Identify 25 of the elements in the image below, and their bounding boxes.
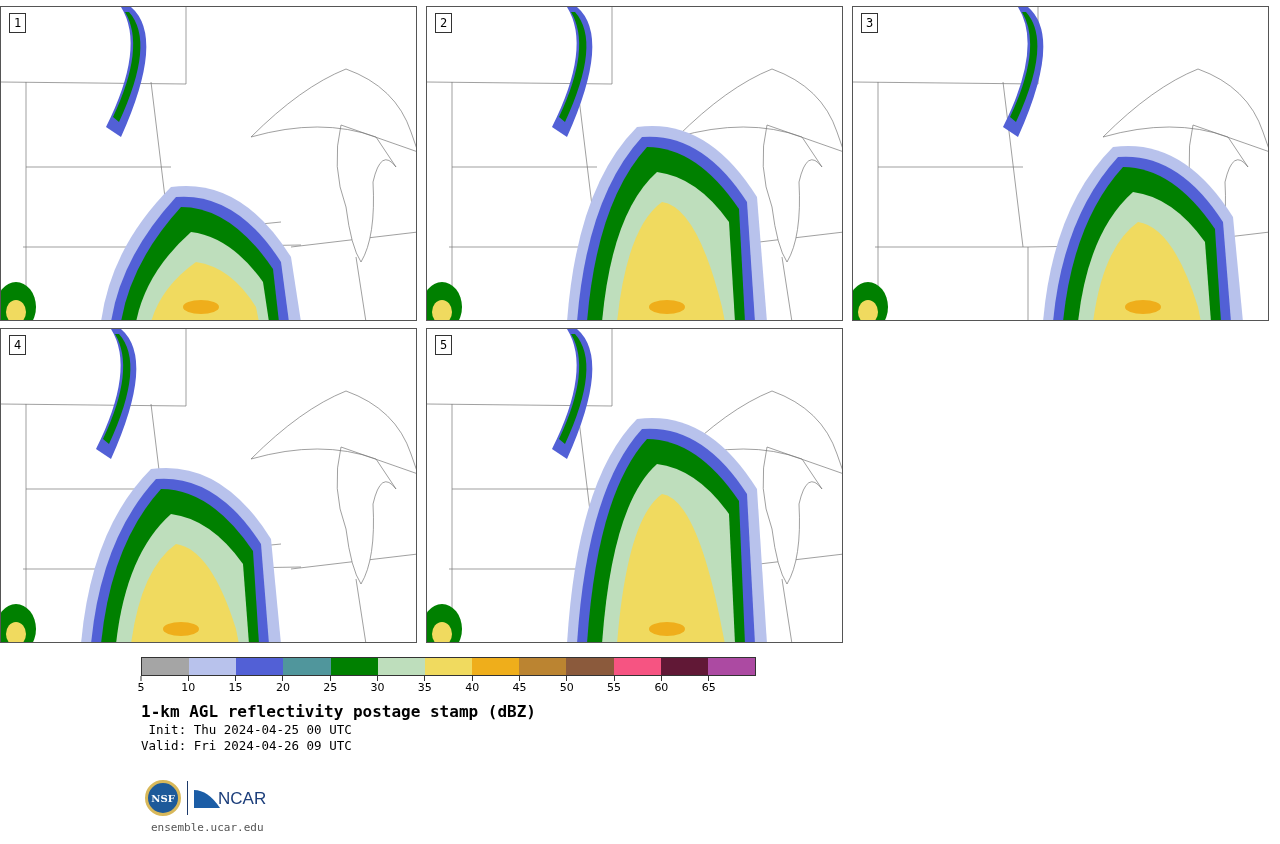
tick-label: 55 bbox=[607, 681, 622, 695]
chart-title: 1-km AGL reflectivity postage stamp (dBZ) bbox=[141, 702, 537, 722]
panel-number: 5 bbox=[435, 335, 453, 355]
tick-label: 25 bbox=[323, 681, 338, 695]
init-time: Init: Thu 2024-04-25 00 UTC bbox=[147, 722, 353, 738]
tick-label: 10 bbox=[181, 681, 196, 695]
tick-label: 50 bbox=[559, 681, 574, 695]
tick-label: 20 bbox=[275, 681, 290, 695]
tick-label: 65 bbox=[701, 681, 716, 695]
panel-number: 2 bbox=[435, 13, 453, 33]
nsf-logo: NSF bbox=[145, 780, 181, 816]
tick-label: 15 bbox=[228, 681, 243, 695]
tick-label: 40 bbox=[465, 681, 480, 695]
tick-label: 45 bbox=[512, 681, 527, 695]
valid-time: Valid: Fri 2024-04-26 09 UTC bbox=[141, 738, 353, 754]
tick-label: 35 bbox=[417, 681, 432, 695]
tick-label: 60 bbox=[654, 681, 669, 695]
ncar-logo: NCAR bbox=[218, 790, 267, 808]
tick-label: 5 bbox=[137, 681, 145, 695]
panel-number: 4 bbox=[9, 335, 27, 355]
tick-label: 30 bbox=[370, 681, 385, 695]
panel-number: 3 bbox=[861, 13, 879, 33]
panel-number: 1 bbox=[9, 13, 27, 33]
site-url: ensemble.ucar.edu bbox=[151, 820, 265, 836]
ncar-swoosh-icon bbox=[194, 788, 220, 808]
